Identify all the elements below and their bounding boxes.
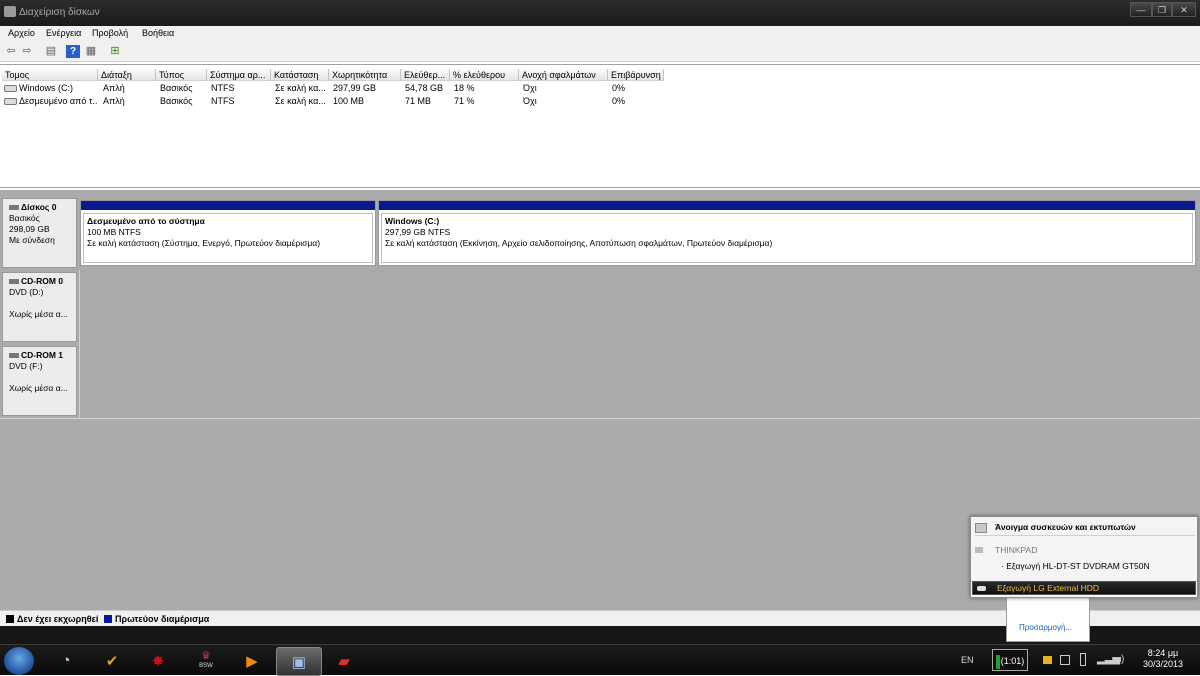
laptop-icon: [975, 547, 983, 553]
column-header-status[interactable]: Κατάσταση: [271, 69, 329, 81]
eject-hdd-item[interactable]: Εξαγωγή LG External HDD: [972, 581, 1196, 595]
menu-bar: Αρχείο Ενέργεια Προβολή Βοήθεια: [0, 26, 1200, 42]
disk-management-app-icon: [4, 6, 16, 17]
tray-overflow-popup: Προσαρμογή...: [1006, 596, 1090, 642]
filesystem-cell: NTFS: [211, 96, 235, 106]
cd-drive-icon: [9, 279, 19, 284]
type-cell: Βασικός: [160, 96, 193, 106]
column-header-percent-free[interactable]: % ελεύθερου: [450, 69, 519, 81]
status-cell: Σε καλή κα...: [275, 83, 326, 93]
column-header-free[interactable]: Ελεύθερ...: [401, 69, 450, 81]
volume-name-cell: Windows (C:): [4, 82, 96, 94]
capacity-cell: 100 MB: [333, 96, 365, 106]
primary-partition-bar: [81, 201, 375, 210]
capacity-cell: 297,99 GB: [333, 83, 377, 93]
column-header-fault-tolerance[interactable]: Ανοχή σφαλμάτων: [519, 69, 608, 81]
start-button[interactable]: [4, 647, 34, 675]
customize-link[interactable]: Προσαρμογή...: [1019, 623, 1072, 632]
cdrom-0-label[interactable]: CD-ROM 0 DVD (D:) Χωρίς μέσα α...: [2, 272, 77, 342]
notification-arrow-icon[interactable]: [1043, 656, 1052, 664]
primary-partition-bar: [379, 201, 1195, 210]
printer-icon: [975, 523, 987, 533]
unallocated-swatch: [6, 615, 14, 623]
title-bar: Διαχείριση δίσκων — ❐ ✕: [0, 0, 1200, 26]
volume-icon[interactable]: ◂): [1116, 654, 1124, 665]
toolbox-icon[interactable]: ▰: [322, 647, 366, 674]
computer-management-icon[interactable]: ▣: [276, 647, 322, 676]
column-header-filesystem[interactable]: Σύστημα αρ...: [207, 69, 271, 81]
overhead-cell: 0%: [612, 83, 626, 93]
volume-list: Τομος Διάταξη Τύπος Σύστημα αρ... Κατάστ…: [0, 64, 1200, 188]
column-header-type[interactable]: Τύπος: [156, 69, 207, 81]
splash-icon[interactable]: ✸: [136, 647, 180, 674]
status-cell: Σε καλή κα...: [275, 96, 326, 106]
menu-view[interactable]: Προβολή: [92, 28, 128, 38]
volume-name-cell: Δεσμευμένο από τ...: [4, 95, 98, 107]
properties-icon[interactable]: ▤: [44, 45, 58, 58]
cdrom-1-area[interactable]: [79, 344, 1198, 418]
legend-unallocated: Δεν έχει εκχωρηθεί: [17, 614, 99, 624]
menu-help[interactable]: Βοήθεια: [142, 28, 174, 38]
type-cell: Βασικός: [160, 83, 193, 93]
free-cell: 71 MB: [405, 96, 432, 106]
layout-cell: Απλή: [103, 96, 125, 106]
language-indicator[interactable]: EN: [961, 655, 974, 665]
maximize-button[interactable]: ❐: [1152, 2, 1172, 17]
eject-devices-popup: Άνοιγμα συσκευών και εκτυπωτών THINKPAD …: [970, 516, 1198, 598]
percent-free-cell: 18 %: [454, 83, 475, 93]
menu-action[interactable]: Ενέργεια: [46, 28, 81, 38]
hard-disk-icon: [9, 205, 19, 210]
separator: [975, 535, 1195, 536]
primary-partition-swatch: [104, 615, 112, 623]
disk-row: Δίσκος 0 Βασικός 298,09 GB Με σύνδεση Δε…: [0, 190, 1200, 271]
clock[interactable]: 8:24 μμ 30/3/2013: [1132, 648, 1194, 670]
partition-windows-c[interactable]: Windows (C:) 297,99 GB NTFS Σε καλή κατά…: [378, 200, 1196, 266]
percent-free-cell: 71 %: [454, 96, 475, 106]
fault-tolerance-cell: Όχι: [523, 83, 537, 93]
disk-row: CD-ROM 1 DVD (F:) Χωρίς μέσα α...: [0, 344, 1200, 419]
column-header-overhead[interactable]: Επιβάρυνση: [608, 69, 664, 81]
legend-primary-partition: Πρωτεύον διαμέρισμα: [115, 614, 210, 624]
disk-0-label[interactable]: Δίσκος 0 Βασικός 298,09 GB Με σύνδεση: [2, 198, 77, 268]
drive-icon: [4, 98, 17, 106]
cdrom-0-area[interactable]: [79, 270, 1198, 344]
drive-icon: [4, 85, 17, 93]
layout-cell: Απλή: [103, 83, 125, 93]
help-icon[interactable]: ?: [66, 45, 80, 58]
close-button[interactable]: ✕: [1172, 2, 1196, 17]
refresh-icon[interactable]: ⊞: [108, 45, 122, 58]
battery-level-icon: [995, 654, 1000, 669]
column-header-layout[interactable]: Διάταξη: [98, 69, 156, 81]
partition-system-reserved[interactable]: Δεσμευμένο από το σύστημα 100 MB NTFS Σε…: [80, 200, 376, 266]
action-center-icon[interactable]: [1060, 655, 1070, 665]
external-hdd-icon: [977, 586, 986, 591]
free-cell: 54,78 GB: [405, 83, 444, 93]
minimize-button[interactable]: —: [1130, 2, 1152, 17]
forward-arrow-icon[interactable]: ⇨: [20, 45, 34, 58]
fault-tolerance-cell: Όχι: [523, 96, 537, 106]
media-player-icon[interactable]: ▶: [230, 647, 274, 674]
filesystem-cell: NTFS: [211, 83, 235, 93]
eject-dvd-item[interactable]: · Εξαγωγή HL-DT-ST DVDRAM GT50N: [1001, 561, 1150, 571]
overhead-cell: 0%: [612, 96, 626, 106]
window-title: Διαχείριση δίσκων: [19, 7, 100, 18]
column-header-capacity[interactable]: Χωρητικότητα: [329, 69, 401, 81]
cd-drive-icon: [9, 353, 19, 358]
battery-time-widget[interactable]: (1:01): [992, 649, 1028, 671]
device-group-thinkpad: THINKPAD: [995, 545, 1038, 555]
drive-view-icon[interactable]: ▦: [84, 45, 98, 58]
winamp-icon[interactable]: ✔: [90, 647, 134, 674]
cdrom-1-label[interactable]: CD-ROM 1 DVD (F:) Χωρίς μέσα α...: [2, 346, 77, 416]
back-arrow-icon[interactable]: ⇦: [4, 45, 18, 58]
taskbar: ◔ ✔ ✸ ♛ BSW ▶ ▣ ▰ EN (1:01) ▂▃▅ ◂) 8:24 μ…: [0, 644, 1200, 676]
disk-row: CD-ROM 0 DVD (D:) Χωρίς μέσα α...: [0, 270, 1200, 345]
bsw-icon[interactable]: ♛ BSW: [184, 647, 228, 674]
menu-file[interactable]: Αρχείο: [8, 28, 35, 38]
toolbar: ⇦ ⇨ ▤ ? ▦ ⊞: [0, 42, 1200, 62]
column-header-volume[interactable]: Τομος: [2, 69, 98, 81]
battery-icon[interactable]: [1080, 653, 1086, 666]
open-devices-and-printers[interactable]: Άνοιγμα συσκευών και εκτυπωτών: [995, 522, 1136, 532]
explorer-icon[interactable]: ◔: [44, 647, 88, 674]
